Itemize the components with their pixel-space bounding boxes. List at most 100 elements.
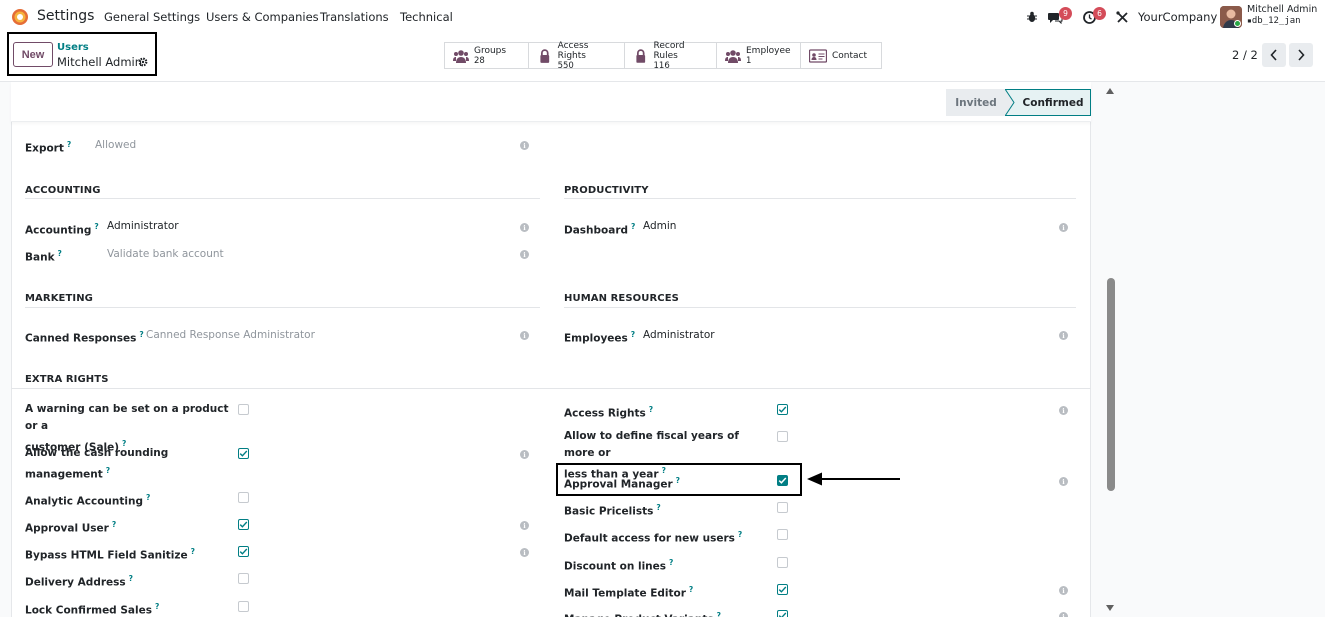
section-title-marketing: MARKETING [25, 293, 93, 304]
chevron-left-icon [1270, 49, 1277, 61]
help-tooltip-icon[interactable]: ? [58, 249, 62, 258]
field-label-canned-responses: Canned Responses? [25, 330, 144, 345]
section-divider [11, 388, 1091, 389]
extra-right-checkbox[interactable] [238, 519, 249, 530]
info-icon[interactable]: i [520, 450, 529, 459]
extra-right-checkbox[interactable] [238, 492, 249, 503]
help-tooltip-icon[interactable]: ? [669, 558, 673, 567]
help-tooltip-icon[interactable]: ? [94, 222, 98, 231]
help-tooltip-icon[interactable]: ? [112, 520, 116, 529]
info-icon[interactable]: i [520, 141, 529, 150]
users-icon [453, 49, 469, 63]
smart-button-access-rights[interactable]: Access Rights 550 [528, 41, 624, 71]
info-icon[interactable]: i [1059, 612, 1068, 617]
info-icon[interactable]: i [520, 250, 529, 259]
extra-right-label: Analytic Accounting? [25, 493, 151, 508]
field-value-employees[interactable]: Administrator [643, 329, 715, 341]
status-bar: Invited Confirmed [946, 89, 1091, 116]
info-icon[interactable]: i [520, 521, 529, 530]
extra-right-checkbox[interactable] [777, 557, 788, 568]
company-switcher[interactable]: YourCompany [1138, 10, 1217, 24]
section-title-human-resources: HUMAN RESOURCES [564, 293, 679, 304]
smart-button-groups[interactable]: Groups 28 [444, 42, 528, 69]
help-tooltip-icon[interactable]: ? [689, 585, 693, 594]
info-icon[interactable]: i [1059, 331, 1068, 340]
help-tooltip-icon[interactable]: ? [146, 493, 150, 502]
highlight-box-approval-manager [556, 463, 802, 496]
extra-right-label: Approval User? [25, 520, 117, 535]
database-name: ▪db_12_jan [1247, 16, 1301, 26]
help-tooltip-icon[interactable]: ? [717, 611, 721, 617]
pager-previous-button[interactable] [1262, 43, 1286, 67]
section-divider [25, 198, 540, 199]
app-title[interactable]: Settings [37, 8, 94, 24]
smart-button-record-rules[interactable]: Record Rules 116 [624, 41, 716, 71]
menu-translations[interactable]: Translations [320, 10, 389, 24]
activity-count-badge: 6 [1093, 7, 1106, 20]
help-tooltip-icon[interactable]: ? [191, 547, 195, 556]
debug-bug-icon[interactable] [1026, 11, 1038, 23]
extra-right-label: Discount on lines? [564, 558, 674, 573]
help-tooltip-icon[interactable]: ? [139, 330, 143, 339]
field-value-dashboard[interactable]: Admin [643, 220, 676, 232]
help-tooltip-icon[interactable]: ? [738, 530, 742, 539]
extra-right-checkbox[interactable] [238, 601, 249, 612]
scroll-up-arrow-icon[interactable] [1106, 88, 1114, 94]
info-icon[interactable]: i [520, 331, 529, 340]
extra-right-checkbox[interactable] [777, 610, 788, 617]
extra-right-label: Bypass HTML Field Sanitize? [25, 547, 195, 562]
chat-count-badge: 9 [1059, 7, 1072, 20]
info-icon[interactable]: i [1059, 477, 1068, 486]
users-icon [725, 49, 741, 63]
extra-right-label: Delivery Address? [25, 574, 133, 589]
field-label-export: Export? [25, 140, 72, 155]
menu-general-settings[interactable]: General Settings [104, 10, 200, 24]
field-label-employees: Employees? [564, 330, 636, 345]
help-tooltip-icon[interactable]: ? [649, 405, 653, 414]
section-title-accounting: ACCOUNTING [25, 185, 101, 196]
extra-right-checkbox[interactable] [777, 431, 788, 442]
section-divider [564, 307, 1076, 308]
status-invited[interactable]: Invited [946, 89, 1006, 116]
help-tooltip-icon[interactable]: ? [656, 503, 660, 512]
odoo-logo-icon[interactable] [11, 8, 29, 26]
menu-technical[interactable]: Technical [400, 10, 453, 24]
help-tooltip-icon[interactable]: ? [631, 222, 635, 231]
pager-value[interactable]: 2 / 2 [1232, 48, 1258, 62]
field-value-accounting[interactable]: Administrator [107, 220, 179, 232]
menu-users-companies[interactable]: Users & Companies [206, 10, 319, 24]
pager-next-button[interactable] [1289, 43, 1313, 67]
gear-icon[interactable] [138, 57, 148, 67]
help-tooltip-icon[interactable]: ? [67, 140, 71, 149]
field-value-canned-responses[interactable]: Canned Response Administrator [146, 329, 315, 341]
help-tooltip-icon[interactable]: ? [155, 602, 159, 611]
smart-button-employee[interactable]: Employee 1 [716, 42, 800, 69]
info-icon[interactable]: i [520, 548, 529, 557]
extra-right-checkbox[interactable] [238, 404, 249, 415]
breadcrumb-users-link[interactable]: Users [57, 42, 89, 53]
extra-right-checkbox[interactable] [777, 584, 788, 595]
extra-right-checkbox[interactable] [777, 529, 788, 540]
extra-right-checkbox[interactable] [238, 448, 249, 459]
extra-right-checkbox[interactable] [238, 573, 249, 584]
user-name[interactable]: Mitchell Admin [1247, 4, 1317, 15]
info-icon[interactable]: i [1059, 223, 1068, 232]
help-tooltip-icon[interactable]: ? [106, 466, 110, 475]
smart-button-contact[interactable]: Contact [800, 42, 882, 69]
user-avatar[interactable] [1220, 6, 1242, 28]
extra-right-checkbox[interactable] [777, 502, 788, 513]
field-value-bank[interactable]: Validate bank account [107, 248, 224, 260]
info-icon[interactable]: i [1059, 406, 1068, 415]
scroll-down-arrow-icon[interactable] [1106, 605, 1114, 611]
tools-icon[interactable] [1116, 11, 1129, 24]
scrollbar-thumb[interactable] [1107, 278, 1115, 491]
help-tooltip-icon[interactable]: ? [631, 330, 635, 339]
field-value-export[interactable]: Allowed [95, 139, 136, 151]
info-icon[interactable]: i [1059, 586, 1068, 595]
extra-right-checkbox[interactable] [777, 404, 788, 415]
status-confirmed[interactable]: Confirmed [1005, 89, 1091, 116]
help-tooltip-icon[interactable]: ? [129, 574, 133, 583]
info-icon[interactable]: i [520, 223, 529, 232]
new-button[interactable]: New [13, 42, 53, 67]
extra-right-checkbox[interactable] [238, 546, 249, 557]
